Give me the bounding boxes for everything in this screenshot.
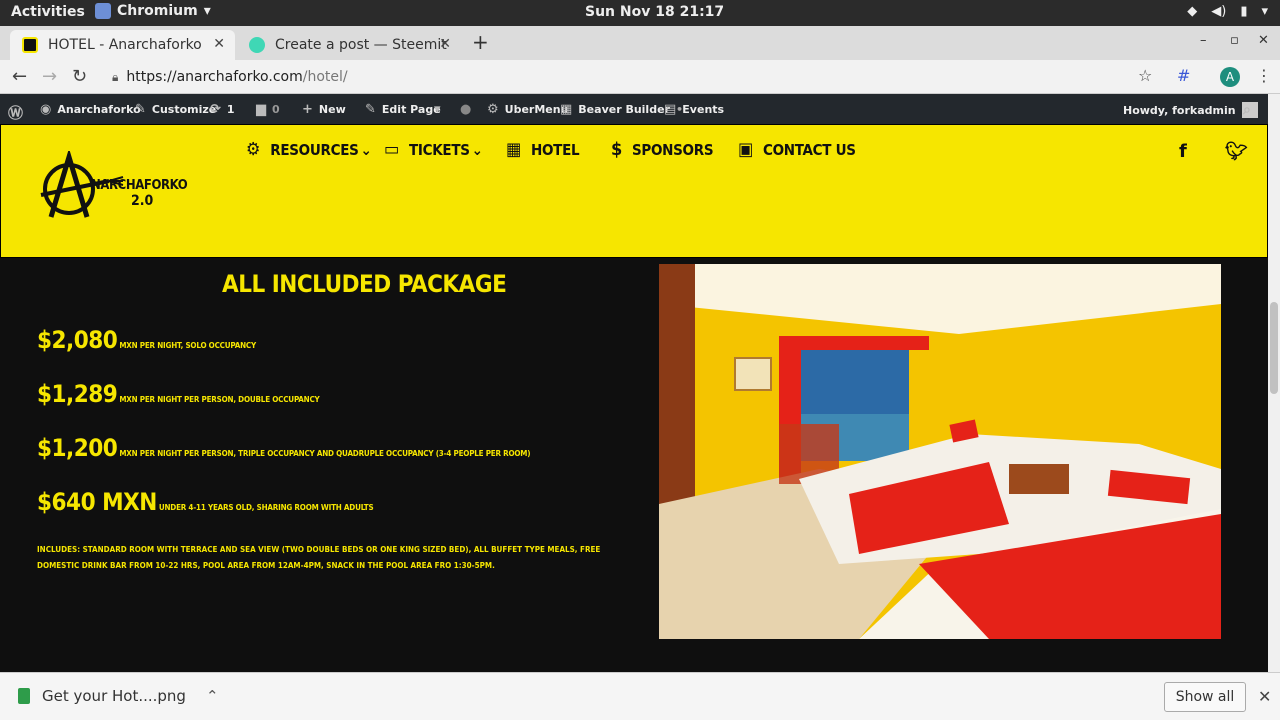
site-logo[interactable]: NARCHAFORKO 2.0: [39, 148, 189, 227]
price-row: $2,080 MXN PER NIGHT, SOLO OCCUPANCY: [37, 326, 257, 354]
nav-sponsors[interactable]: $ SPONSORS: [611, 139, 714, 160]
extension-icon[interactable]: #: [1177, 66, 1190, 85]
logo-text: NARCHAFORKO: [91, 178, 188, 193]
nav-tickets[interactable]: ▭ TICKETS ⌄: [384, 139, 483, 160]
status-dot-icon[interactable]: ●: [460, 102, 471, 117]
package-section: ALL INCLUDED PACKAGE $2,080 MXN PER NIGH…: [0, 258, 650, 672]
activities-button[interactable]: Activities: [11, 4, 85, 20]
clock[interactable]: Sun Nov 18 21:17: [585, 4, 724, 20]
events-link[interactable]: ▤ Events: [664, 102, 724, 117]
browser-toolbar: ← → ↻ 🔒︎ https://anarchaforko.com /hotel…: [0, 60, 1280, 94]
show-all-button[interactable]: Show all: [1164, 682, 1246, 712]
reload-icon[interactable]: ↻: [72, 66, 87, 87]
chevron-down-icon: ⌄: [471, 140, 483, 159]
building-icon: ▦: [506, 139, 522, 160]
menu-kebab-icon[interactable]: ⋮: [1256, 66, 1272, 85]
chevron-up-icon[interactable]: ⌃: [206, 687, 219, 705]
wp-admin-bar: Ⓦ ◉ Anarchaforko ✎ Customize ⟳ 1 ▆ 0 + New ✎ E…: [0, 94, 1280, 124]
forward-icon[interactable]: →: [42, 66, 57, 87]
download-item[interactable]: Get your Hot....png ⌃: [18, 687, 219, 705]
logo-version: 2.0: [131, 193, 154, 209]
maximize-icon[interactable]: ▫: [1230, 33, 1239, 48]
minimize-icon[interactable]: –: [1200, 33, 1207, 48]
scrollbar-thumb[interactable]: [1270, 302, 1278, 394]
updates-link[interactable]: ⟳ 1: [210, 102, 235, 117]
site-viewport: NARCHAFORKO 2.0 ⚙ RESOURCES ⌄ ▭ TICKETS …: [0, 124, 1268, 672]
twitter-icon[interactable]: 🐦︎: [1225, 141, 1248, 162]
tab-steemit[interactable]: Create a post — Steemit ✕: [237, 30, 461, 60]
address-bar[interactable]: 🔒︎ https://anarchaforko.com /hotel/: [104, 64, 1164, 90]
calendar-icon: ▤: [664, 102, 677, 117]
url-host: https://anarchaforko.com: [126, 69, 303, 85]
file-icon: [18, 688, 30, 704]
nav-contact[interactable]: ▣ CONTACT US: [738, 139, 856, 160]
tab-strip: HOTEL - Anarchaforko ✕ Create a post — S…: [0, 26, 1280, 60]
chevron-down-icon: ▾: [1261, 4, 1268, 19]
chevron-down-icon: ⌄: [360, 140, 372, 159]
package-title: ALL INCLUDED PACKAGE: [222, 270, 507, 298]
dashboard-icon: ◉: [40, 102, 52, 117]
wifi-icon: ◆: [1187, 4, 1198, 19]
back-icon[interactable]: ←: [12, 66, 27, 87]
lock-icon: 🔒︎: [112, 69, 119, 84]
tab-title: HOTEL - Anarchaforko: [48, 37, 202, 53]
downloads-bar: Get your Hot....png ⌃ Show all ✕: [0, 672, 1280, 720]
chevron-down-icon: ▾: [203, 3, 211, 19]
ticket-icon: ▭: [384, 139, 400, 160]
edit-page-link[interactable]: ✎ Edit Page: [365, 102, 441, 117]
gears-icon: ⚙: [246, 139, 261, 160]
chromium-icon: [95, 3, 111, 19]
id-card-icon: ▣: [738, 139, 754, 160]
hotel-room-photo: [659, 264, 1221, 639]
yoast-icon[interactable]: ▾: [434, 102, 441, 117]
facebook-icon[interactable]: f: [1179, 141, 1187, 162]
price-row: $1,200 MXN PER NIGHT PER PERSON, TRIPLE …: [37, 434, 531, 462]
profile-avatar[interactable]: A: [1220, 67, 1240, 87]
layout-icon: ▦: [560, 102, 573, 117]
comment-icon: ▆: [256, 102, 266, 117]
price-row: $1,289 MXN PER NIGHT PER PERSON, DOUBLE …: [37, 380, 320, 408]
site-header: NARCHAFORKO 2.0 ⚙ RESOURCES ⌄ ▭ TICKETS …: [0, 124, 1268, 258]
app-name: Chromium: [117, 3, 198, 19]
new-tab-button[interactable]: +: [472, 30, 489, 54]
customize-link[interactable]: ✎ Customize: [135, 102, 216, 117]
close-icon[interactable]: ✕: [1258, 687, 1271, 706]
price-row: $640 MXN UNDER 4-11 YEARS OLD, SHARING R…: [37, 488, 374, 516]
url-path: /hotel/: [302, 69, 348, 85]
brush-icon: ✎: [135, 102, 146, 117]
account-menu[interactable]: Howdy, forkadmin: [1123, 102, 1258, 118]
nav-resources[interactable]: ⚙ RESOURCES ⌄: [246, 139, 372, 160]
bookmark-star-icon[interactable]: ☆: [1138, 66, 1152, 85]
site-favicon-icon: [22, 37, 38, 53]
close-tab-icon[interactable]: ✕: [213, 36, 225, 52]
tab-hotel[interactable]: HOTEL - Anarchaforko ✕: [10, 30, 235, 60]
nav-hotel[interactable]: ▦ HOTEL: [506, 139, 580, 160]
close-window-icon[interactable]: ✕: [1258, 33, 1269, 48]
app-menu[interactable]: Chromium ▾: [95, 3, 211, 19]
refresh-icon: ⟳: [210, 102, 221, 117]
pencil-icon: ✎: [365, 102, 376, 117]
gear-icon: ⚙: [487, 102, 499, 117]
download-filename: Get your Hot....png: [42, 687, 186, 705]
site-name-link[interactable]: ◉ Anarchaforko: [40, 102, 141, 117]
donate-icon: $: [611, 139, 622, 160]
plus-icon: +: [302, 102, 313, 117]
comments-link[interactable]: ▆ 0: [256, 102, 280, 117]
ubermenu-link[interactable]: ⚙ UberMenu: [487, 102, 568, 117]
system-tray[interactable]: ◆ ◀) ▮ ▾: [1187, 4, 1268, 19]
battery-icon: ▮: [1240, 4, 1248, 19]
new-content-link[interactable]: + New: [302, 102, 346, 117]
steemit-favicon-icon: [249, 37, 265, 53]
close-tab-icon[interactable]: ✕: [439, 36, 451, 52]
tab-title: Create a post — Steemit: [275, 37, 447, 53]
os-top-bar: Activities Chromium ▾ Sun Nov 18 21:17 ◆…: [0, 0, 1280, 26]
volume-icon: ◀): [1211, 4, 1227, 19]
wordpress-logo-icon[interactable]: Ⓦ: [8, 102, 23, 123]
includes-text: INCLUDES: STANDARD ROOM WITH TERRACE AND…: [37, 545, 601, 570]
page-scrollbar[interactable]: [1268, 94, 1280, 672]
search-icon[interactable]: ⌕: [1243, 102, 1251, 118]
